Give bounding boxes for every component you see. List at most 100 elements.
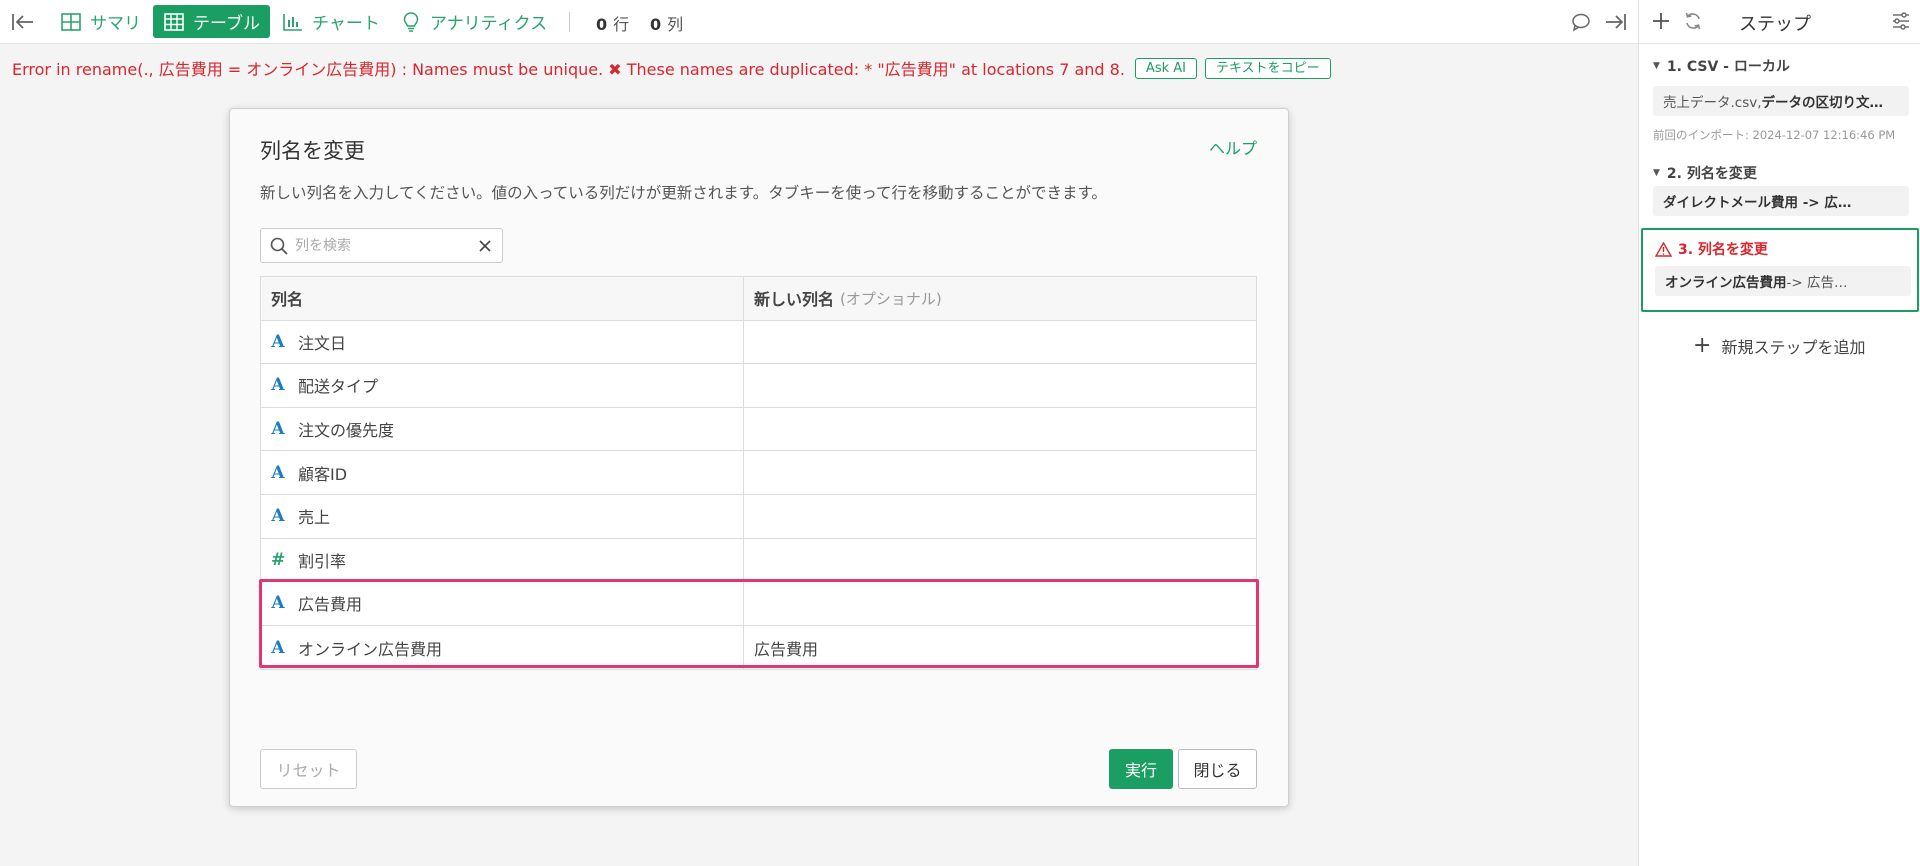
column-name-cell: A 注文の優先度 <box>261 407 744 451</box>
ask-ai-button[interactable]: Ask AI <box>1134 57 1197 79</box>
tab-summary[interactable]: サマリ <box>50 5 151 38</box>
run-button[interactable]: 実行 <box>1109 749 1173 789</box>
column-search <box>260 228 503 263</box>
comment-icon[interactable] <box>1570 12 1592 32</box>
step-1-detail[interactable]: 売上データ.csv, データの区切り文… <box>1653 86 1909 116</box>
column-name: 売上 <box>298 508 331 528</box>
new-name-input[interactable] <box>744 364 1256 407</box>
plus-icon[interactable] <box>1651 11 1671 31</box>
row-count-unit: 行 <box>613 15 630 34</box>
step-1-title: ▼ 1. CSV - ローカル <box>1653 56 1790 76</box>
new-name-value: 広告費用 <box>754 639 819 659</box>
step-3[interactable]: 3. 列名を変更 オンライン広告費用 -> 広告… <box>1641 228 1919 312</box>
column-name-cell: A 注文日 <box>261 320 744 364</box>
column-name: 注文の優先度 <box>298 421 395 441</box>
text-type-icon: A <box>271 375 285 396</box>
step-1-detail-file: 売上データ.csv, <box>1663 95 1762 111</box>
copy-text-button[interactable]: テキストをコピー <box>1204 57 1331 79</box>
new-name-input[interactable] <box>744 451 1256 494</box>
table-icon <box>164 12 184 31</box>
step-3-detail[interactable]: オンライン広告費用 -> 広告… <box>1655 266 1911 296</box>
settings-sliders-icon[interactable] <box>1891 12 1911 30</box>
tab-table[interactable]: テーブル <box>153 5 270 38</box>
lightbulb-icon <box>403 11 419 32</box>
text-type-icon: A <box>271 462 285 483</box>
refresh-icon[interactable] <box>1683 11 1703 31</box>
collapse-left-icon[interactable] <box>10 11 36 33</box>
text-type-icon: A <box>271 593 285 614</box>
new-name-header: 新しい列名 (オプショナル) <box>744 277 1256 320</box>
column-name: 配送タイプ <box>298 377 379 397</box>
table-row: # 割引率 <box>261 538 1256 583</box>
caret-down-icon: ▼ <box>1653 168 1660 178</box>
new-name-input[interactable] <box>744 495 1256 538</box>
new-name-input[interactable] <box>744 408 1256 451</box>
column-count-value: 0 <box>650 15 662 34</box>
warning-icon <box>1655 241 1672 257</box>
column-name: 割引率 <box>298 551 347 571</box>
search-input[interactable] <box>295 229 465 262</box>
text-type-icon: A <box>271 506 285 527</box>
add-step-label: 新規ステップを追加 <box>1721 338 1866 357</box>
column-name: 広告費用 <box>298 595 363 615</box>
step-2-detail[interactable]: ダイレクトメール費用 -> 広… <box>1653 186 1909 216</box>
step-3-detail-source: オンライン広告費用 <box>1665 275 1787 291</box>
column-name-header-label: 列名 <box>271 290 304 310</box>
tab-analytics-label: アナリティクス <box>430 14 548 34</box>
new-name-header-label: 新しい列名 <box>754 290 835 310</box>
error-message-bar: Error in rename(., 広告費用 = オンライン広告費用) : N… <box>12 56 1331 80</box>
steps-panel-title: ステップ <box>1739 14 1811 35</box>
tab-chart[interactable]: チャート <box>272 5 390 38</box>
row-count-value: 0 <box>596 15 608 34</box>
rename-table: 列名 新しい列名 (オプショナル) A 注文日 A 配送タイプ A 注文の優先度 A 顧客ID… <box>260 276 1257 671</box>
table-row: A 配送タイプ <box>261 364 1256 408</box>
column-name-cell: A 広告費用 <box>261 582 744 625</box>
new-name-input[interactable] <box>744 582 1256 625</box>
table-row: A 顧客ID <box>261 451 1256 495</box>
text-type-icon: A <box>271 637 285 658</box>
column-name-cell: A 顧客ID <box>261 451 744 494</box>
tab-summary-label: サマリ <box>90 14 141 34</box>
step-3-detail-target: -> 広告… <box>1786 275 1848 291</box>
top-toolbar: サマリ テーブル チャート アナリティクス 0行 0列 <box>0 0 1638 44</box>
clear-icon[interactable] <box>479 240 491 252</box>
text-type-icon: A <box>271 419 285 440</box>
column-count: 0列 <box>650 11 683 35</box>
steps-panel: ステップ ▼ 1. CSV - ローカル 売上データ.csv, データの区切り文… <box>1638 0 1920 866</box>
caret-down-icon: ▼ <box>1653 61 1660 71</box>
numeric-type-icon: # <box>271 549 286 570</box>
table-row: A 広告費用 <box>261 582 1256 626</box>
column-name: 注文日 <box>298 333 347 353</box>
collapse-right-icon[interactable] <box>1604 12 1628 32</box>
plus-icon: + <box>1693 333 1712 358</box>
new-name-input[interactable] <box>744 321 1256 364</box>
step-1-last-import: 前回のインポート: 2024-12-07 12:16:46 PM <box>1653 128 1896 142</box>
steps-panel-header: ステップ <box>1639 0 1920 44</box>
optional-label: (オプショナル) <box>840 289 942 308</box>
step-2-title-label: 2. 列名を変更 <box>1666 166 1757 182</box>
chart-icon <box>283 13 302 31</box>
table-row: A 注文の優先度 <box>261 407 1256 452</box>
new-name-input[interactable] <box>744 539 1256 582</box>
step-1-detail-option: データの区切り文… <box>1761 95 1884 111</box>
column-name-cell: A オンライン広告費用 <box>261 625 744 670</box>
column-name-cell: A 売上 <box>261 494 744 538</box>
toolbar-divider <box>569 12 570 32</box>
step-1-title-label: 1. CSV - ローカル <box>1666 59 1790 75</box>
error-message: Error in rename(., 広告費用 = オンライン広告費用) : N… <box>12 60 1125 79</box>
tab-analytics[interactable]: アナリティクス <box>390 5 557 38</box>
summary-grid-icon <box>61 12 81 31</box>
reset-button[interactable]: リセット <box>260 749 357 789</box>
close-button[interactable]: 閉じる <box>1178 749 1257 789</box>
table-row: A 売上 <box>261 494 1256 539</box>
table-row: A オンライン広告費用 広告費用 <box>261 625 1256 670</box>
column-count-unit: 列 <box>667 15 684 34</box>
new-name-input[interactable]: 広告費用 <box>744 626 1256 670</box>
row-count: 0行 <box>596 11 629 35</box>
column-name-cell: A 配送タイプ <box>261 364 744 407</box>
step-2-title: ▼ 2. 列名を変更 <box>1653 163 1757 183</box>
column-name: 顧客ID <box>298 464 348 484</box>
add-step-button[interactable]: + 新規ステップを追加 <box>1693 334 1865 358</box>
help-link[interactable]: ヘルプ <box>1209 135 1257 159</box>
rename-columns-dialog: 列名を変更 ヘルプ 新しい列名を入力してください。値の入っている列だけが更新され… <box>229 108 1289 807</box>
